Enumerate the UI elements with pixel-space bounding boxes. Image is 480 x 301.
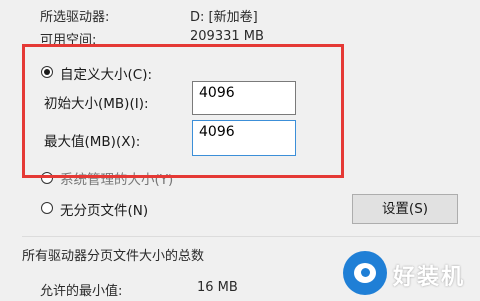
custom-size-label[interactable]: 自定义大小(C): [60,63,152,83]
available-space-value: 209331 MB [190,29,264,44]
watermark-text: 好装机 [393,265,466,290]
totals-section-title: 所有驱动器分页文件大小的总数 [22,249,205,264]
custom-size-radio[interactable] [41,66,53,78]
initial-size-label: 初始大小(MB)(I): [44,96,149,112]
min-allowed-label: 允许的最小值: [40,284,123,299]
available-space-label: 可用空间: [40,33,97,48]
selected-drive-value: D: [新加卷] [190,10,258,25]
no-paging-file-label[interactable]: 无分页文件(N) [60,199,148,219]
system-managed-label[interactable]: 系统管理的大小(Y) [60,168,173,188]
set-button[interactable]: 设置(S) [352,194,458,224]
virtual-memory-dialog: 所选驱动器: D: [新加卷] 可用空间: 209331 MB 自定义大小(C)… [0,0,480,244]
no-paging-file-radio[interactable] [41,202,53,214]
selected-drive-label: 所选驱动器: [40,10,110,25]
max-size-input[interactable]: 4096 [192,120,296,156]
watermark-logo: 好装机 [343,251,478,297]
system-managed-radio[interactable] [41,172,53,184]
initial-size-input[interactable]: 4096 [192,81,296,115]
group-separator [22,236,480,237]
max-size-label: 最大值(MB)(X): [44,134,141,150]
min-allowed-value: 16 MB [197,280,238,295]
watermark-eye-icon [343,251,387,295]
